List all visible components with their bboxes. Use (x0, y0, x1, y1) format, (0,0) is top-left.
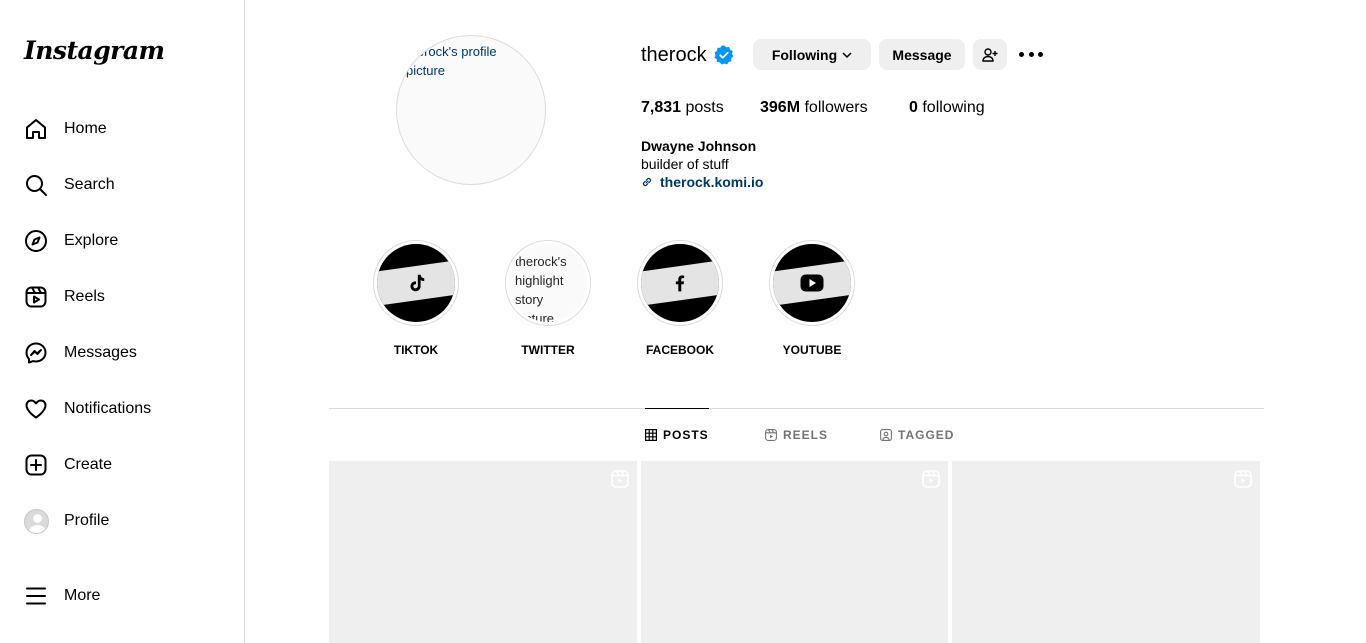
highlight-label: YOUTUBE (782, 343, 842, 357)
sidebar-item-reels[interactable]: Reels (23, 281, 105, 313)
profile-avatar-icon (23, 508, 49, 534)
following-button-label: Following (771, 46, 838, 63)
sidebar-item-create[interactable]: Create (23, 449, 112, 481)
highlight-tiktok[interactable]: TIKTOK (373, 240, 459, 357)
avatar (23, 508, 49, 534)
sidebar-item-profile[interactable]: Profile (23, 505, 109, 537)
highlight-label: TIKTOK (393, 343, 439, 357)
chevron-down-icon (842, 51, 852, 58)
more-options-icon[interactable] (1019, 44, 1043, 64)
add-person-icon (982, 47, 998, 62)
post-thumbnail[interactable] (329, 461, 637, 643)
menu-icon (23, 583, 49, 609)
message-button[interactable]: Message (879, 39, 965, 70)
reel-indicator-icon (1234, 470, 1252, 488)
reels-icon (23, 284, 49, 310)
tiktok-icon (377, 244, 455, 322)
sidebar: Instagram Home Search Explore Reels Mess… (0, 0, 245, 643)
posts-count-label: posts (685, 99, 724, 116)
tagged-icon (880, 428, 892, 441)
highlight-cover: therock's highlight story picture (509, 244, 587, 322)
tab-reels[interactable]: REELS (765, 408, 828, 461)
followers-label: followers (804, 99, 868, 116)
post-thumbnail[interactable] (641, 461, 948, 643)
sidebar-item-home[interactable]: Home (23, 113, 107, 145)
highlight-alt-text: therock's highlight story picture (515, 254, 567, 322)
profile-picture-alt-text: therock's profile picture (406, 44, 497, 78)
highlight-twitter[interactable]: therock's highlight story picture TWITTE… (505, 240, 591, 357)
youtube-icon (773, 244, 851, 322)
tab-label: TAGGED (898, 427, 955, 442)
sidebar-item-explore[interactable]: Explore (23, 225, 118, 257)
highlight-label: TWITTER (521, 343, 575, 357)
tab-label: POSTS (663, 428, 709, 442)
post-thumbnail[interactable] (952, 461, 1260, 643)
tab-label: REELS (783, 427, 829, 442)
reel-indicator-icon (611, 470, 629, 488)
tab-posts[interactable]: POSTS (645, 408, 709, 461)
following-label: following (922, 99, 985, 116)
highlight-youtube[interactable]: YOUTUBE (769, 240, 855, 357)
highlight-ring (637, 240, 723, 326)
suggested-users-button[interactable] (973, 39, 1007, 70)
profile-full-name: Dwayne Johnson (641, 138, 757, 154)
sidebar-item-label: Search (64, 176, 115, 193)
sidebar-item-label: Home (64, 120, 107, 137)
home-icon (23, 116, 49, 142)
sidebar-item-messages[interactable]: Messages (23, 337, 137, 369)
instagram-logo[interactable]: Instagram (24, 36, 165, 65)
link-icon (642, 177, 652, 187)
search-icon (23, 172, 49, 198)
following-count-value: 0 (909, 99, 918, 116)
profile-username: therock (641, 44, 707, 66)
grid-icon (645, 429, 657, 441)
following-link[interactable]: 0 following (909, 99, 985, 117)
followers-count-value: 396M (760, 99, 801, 116)
posts-count-value: 7,831 (641, 99, 682, 116)
sidebar-item-search[interactable]: Search (23, 169, 115, 201)
reel-indicator-icon (922, 470, 940, 488)
profile-website-link[interactable]: therock.komi.io (641, 174, 763, 190)
sidebar-item-label: More (64, 587, 101, 604)
highlight-facebook[interactable]: FACEBOOK (637, 240, 723, 357)
sidebar-item-label: Notifications (64, 400, 152, 417)
sidebar-item-label: Explore (64, 232, 119, 249)
facebook-icon (641, 244, 719, 322)
profile-website-text: therock.komi.io (660, 174, 764, 190)
sidebar-item-notifications[interactable]: Notifications (23, 393, 151, 425)
messenger-icon (23, 340, 49, 366)
compass-icon (23, 228, 49, 254)
following-button[interactable]: Following (753, 39, 871, 70)
highlight-label: FACEBOOK (645, 343, 714, 357)
plus-square-icon (23, 452, 49, 478)
highlight-ring (769, 240, 855, 326)
highlight-ring (373, 240, 459, 326)
highlight-cover (641, 244, 719, 322)
sidebar-item-label: Reels (64, 288, 105, 305)
highlight-cover (773, 244, 851, 322)
heart-icon (23, 396, 49, 422)
highlight-cover (377, 244, 455, 322)
message-button-label: Message (892, 46, 952, 63)
followers-link[interactable]: 396M followers (760, 99, 868, 117)
sidebar-item-more[interactable]: More (23, 580, 100, 612)
sidebar-item-label: Create (64, 456, 113, 473)
reels-icon (765, 428, 777, 441)
highlight-ring: therock's highlight story picture (505, 240, 591, 326)
sidebar-item-label: Messages (64, 344, 137, 361)
profile-bio: builder of stuff (641, 156, 729, 172)
posts-count: 7,831 posts (641, 99, 724, 117)
tab-tagged[interactable]: TAGGED (880, 408, 954, 461)
profile-picture[interactable]: therock's profile picture (396, 35, 546, 185)
sidebar-item-label: Profile (64, 512, 110, 529)
verified-badge-icon (714, 45, 734, 65)
